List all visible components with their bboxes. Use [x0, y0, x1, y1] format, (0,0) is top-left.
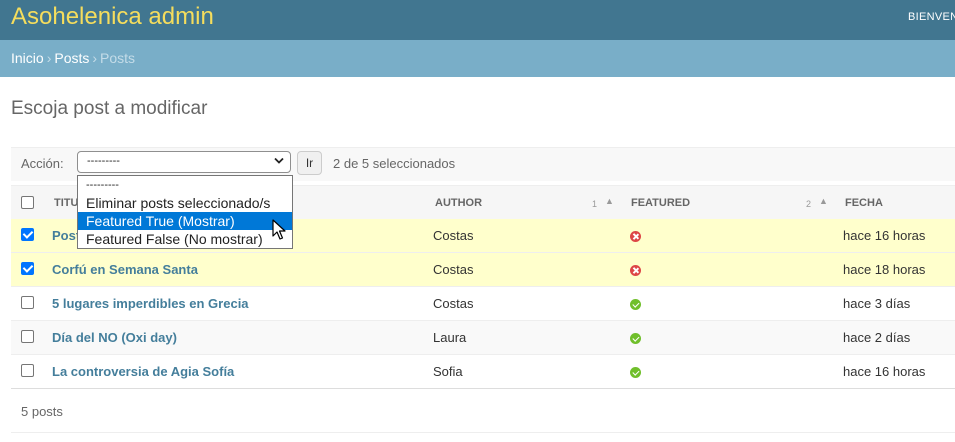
author-cell: Costas — [433, 228, 474, 243]
fecha-cell: hace 18 horas — [843, 262, 926, 277]
breadcrumb-current: Posts — [100, 50, 136, 66]
sort-ascending-icon[interactable]: ▲ — [819, 196, 828, 206]
sort-priority-featured[interactable]: 2 — [806, 199, 811, 209]
fecha-cell: hace 16 horas — [843, 228, 926, 243]
column-header-fecha[interactable]: FECHA — [845, 197, 883, 209]
site-header: Asohelenica admin BIENVEN — [0, 0, 955, 40]
fecha-cell: hace 16 horas — [843, 364, 926, 379]
author-cell: Costas — [433, 262, 474, 277]
fecha-cell: hace 3 días — [843, 296, 911, 311]
row-checkbox[interactable] — [21, 364, 34, 377]
post-title-link[interactable]: Corfú en Semana Santa — [52, 262, 198, 277]
icon-yes — [630, 333, 641, 344]
table-row: Día del NO (Oxi day) Laura hace 2 días — [11, 321, 955, 355]
breadcrumb-separator: › — [46, 50, 52, 66]
icon-yes — [630, 299, 641, 310]
action-option-delete[interactable]: Eliminar posts seleccionado/s — [78, 194, 292, 212]
author-cell: Sofia — [433, 364, 463, 379]
chevron-down-icon — [274, 156, 284, 168]
icon-no — [630, 231, 641, 242]
breadcrumb-home-link[interactable]: Inicio — [11, 50, 44, 66]
breadcrumb-separator: › — [92, 50, 98, 66]
table-row: Corfú en Semana Santa Costas hace 18 hor… — [11, 253, 955, 287]
action-select[interactable]: --------- — [77, 151, 291, 173]
action-option-featured-true[interactable]: Featured True (Mostrar) — [78, 212, 292, 230]
sort-priority-author[interactable]: 1 — [592, 199, 597, 209]
post-title-link[interactable]: Día del NO (Oxi day) — [52, 330, 177, 345]
action-dropdown-list[interactable]: --------- Eliminar posts seleccionado/s … — [77, 175, 293, 249]
sort-ascending-icon[interactable]: ▲ — [605, 196, 614, 206]
column-header-featured[interactable]: FEATURED — [631, 197, 690, 209]
page-title: Escoja post a modificar — [11, 98, 208, 119]
site-title[interactable]: Asohelenica admin — [11, 3, 214, 31]
row-checkbox[interactable] — [21, 330, 34, 343]
row-checkbox[interactable] — [21, 228, 34, 241]
action-option-empty[interactable]: --------- — [78, 176, 292, 194]
select-all-checkbox[interactable] — [21, 196, 34, 209]
paginator: 5 posts — [11, 390, 955, 433]
result-count: 5 posts — [21, 404, 63, 419]
action-option-featured-false[interactable]: Featured False (No mostrar) — [78, 230, 292, 248]
action-label: Acción: — [21, 156, 64, 171]
breadcrumb-app-link[interactable]: Posts — [54, 50, 89, 66]
post-title-link[interactable]: 5 lugares imperdibles en Grecia — [52, 296, 249, 311]
post-title-link[interactable]: Post — [52, 228, 80, 243]
table-divider — [11, 388, 955, 389]
post-title-link[interactable]: La controversia de Agia Sofía — [52, 364, 234, 379]
icon-yes — [630, 367, 641, 378]
welcome-text: BIENVEN — [908, 11, 955, 23]
table-row: 5 lugares imperdibles en Grecia Costas h… — [11, 287, 955, 321]
mouse-cursor-icon — [272, 219, 286, 246]
column-header-author[interactable]: AUTHOR — [435, 197, 482, 209]
go-button[interactable]: Ir — [297, 151, 322, 175]
author-cell: Costas — [433, 296, 474, 311]
row-checkbox[interactable] — [21, 296, 34, 309]
fecha-cell: hace 2 días — [843, 330, 911, 345]
action-select-value: --------- — [87, 155, 120, 167]
icon-no — [630, 265, 641, 276]
selection-counter: 2 de 5 seleccionados — [333, 156, 456, 171]
author-cell: Laura — [433, 330, 467, 345]
row-checkbox[interactable] — [21, 262, 34, 275]
table-row: La controversia de Agia Sofía Sofia hace… — [11, 355, 955, 389]
breadcrumb: Inicio › Posts › Posts — [0, 40, 955, 77]
